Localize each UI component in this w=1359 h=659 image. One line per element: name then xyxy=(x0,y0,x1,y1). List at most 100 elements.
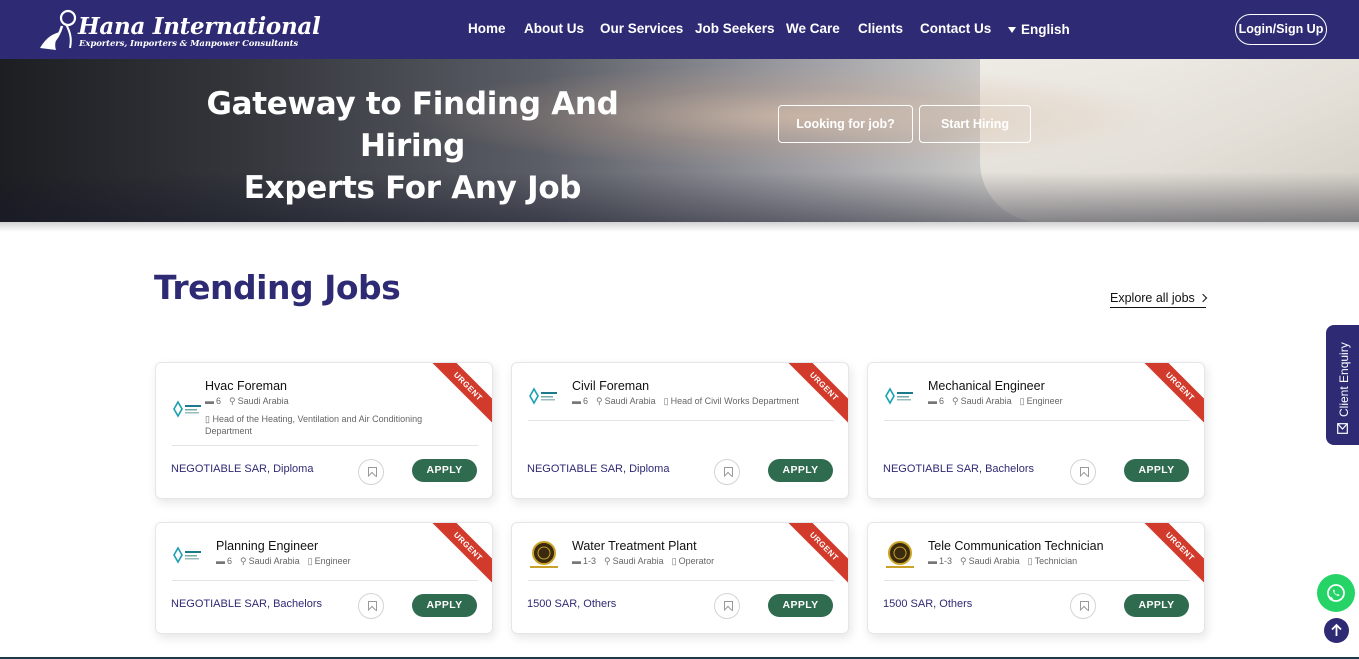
mail-icon xyxy=(1337,423,1348,434)
job-department: ▯ Head of the Heating, Ventilation and A… xyxy=(205,414,423,436)
logo-emblem-icon xyxy=(40,9,77,50)
apply-button[interactable]: APPLY xyxy=(412,594,477,617)
bookmark-icon[interactable] xyxy=(1070,459,1096,485)
caret-down-icon xyxy=(1008,27,1016,33)
login-signup-button[interactable]: Login/Sign Up xyxy=(1235,14,1327,45)
urgent-badge: URGENT xyxy=(426,523,492,588)
bookmark-icon[interactable] xyxy=(714,459,740,485)
card-divider xyxy=(528,580,834,581)
job-title[interactable]: Tele Communication Technician xyxy=(928,539,1104,553)
nav-about-us[interactable]: About Us xyxy=(524,21,584,36)
job-location: Saudi Arabia xyxy=(968,556,1020,566)
bookmark-icon[interactable] xyxy=(358,593,384,619)
job-openings: 1-3 xyxy=(939,556,953,566)
job-card: URGENT Planning Engineer ▬ 6 ⚲ Saudi Arabia… xyxy=(155,522,493,634)
location-pin-icon: ⚲ xyxy=(604,556,611,566)
card-divider xyxy=(528,420,834,421)
briefcase-icon: ▬ xyxy=(216,556,225,566)
client-enquiry-label: Client Enquiry xyxy=(1337,342,1351,417)
job-department: Engineer xyxy=(314,556,351,566)
explore-all-jobs-label: Explore all jobs xyxy=(1110,291,1195,305)
briefcase-icon: ▬ xyxy=(928,556,937,566)
company-logo-icon xyxy=(886,541,914,568)
job-meta: ▬ 6 ⚲ Saudi Arabia xyxy=(205,396,289,407)
start-hiring-button[interactable]: Start Hiring xyxy=(919,105,1031,143)
job-salary: NEGOTIABLE SAR, Diploma xyxy=(171,463,314,475)
job-card: URGENT Hvac Foreman ▬ 6 ⚲ Saudi Arabia ▯ He… xyxy=(155,362,493,499)
whatsapp-icon xyxy=(1327,584,1345,602)
job-location: Saudi Arabia xyxy=(604,396,656,406)
language-selector[interactable]: English xyxy=(1008,22,1070,37)
job-card: URGENT Water Treatment Plant ▬ 1-3 ⚲ Saudi … xyxy=(511,522,849,634)
nav-our-services[interactable]: Our Services xyxy=(600,21,683,36)
company-logo-icon xyxy=(173,400,201,418)
job-openings: 6 xyxy=(227,556,233,566)
trending-jobs-heading: Trending Jobs xyxy=(154,268,401,307)
nav-contact-us[interactable]: Contact Us xyxy=(920,21,991,36)
bookmark-icon[interactable] xyxy=(1070,593,1096,619)
hero-banner: Gateway to Finding And Hiring Experts Fo… xyxy=(0,59,1359,222)
company-logo-icon xyxy=(530,541,558,568)
location-pin-icon: ⚲ xyxy=(229,396,236,406)
card-divider xyxy=(172,580,478,581)
building-icon: ▯ xyxy=(205,414,210,424)
location-pin-icon: ⚲ xyxy=(596,396,603,406)
job-title[interactable]: Civil Foreman xyxy=(572,379,649,393)
job-department: Operator xyxy=(678,556,715,566)
bookmark-icon[interactable] xyxy=(714,593,740,619)
job-salary: 1500 SAR, Others xyxy=(527,598,617,610)
hero-title: Gateway to Finding And Hiring Experts Fo… xyxy=(150,83,675,209)
job-card: URGENT Mechanical Engineer ▬ 6 ⚲ Saudi Arab… xyxy=(867,362,1205,499)
job-department: Engineer xyxy=(1026,396,1063,406)
explore-all-jobs-link[interactable]: Explore all jobs xyxy=(1110,291,1208,308)
company-logo-icon xyxy=(173,546,201,564)
briefcase-icon: ▬ xyxy=(928,396,937,406)
job-title[interactable]: Water Treatment Plant xyxy=(572,539,697,553)
hero-title-line-2: Experts For Any Job xyxy=(243,170,582,206)
building-icon: ▯ xyxy=(307,556,313,566)
job-title[interactable]: Planning Engineer xyxy=(216,539,318,553)
job-meta: ▬ 6 ⚲ Saudi Arabia ▯ Engineer xyxy=(216,556,351,567)
client-enquiry-tab[interactable]: Client Enquiry xyxy=(1326,325,1359,445)
job-title[interactable]: Mechanical Engineer xyxy=(928,379,1045,393)
urgent-badge: URGENT xyxy=(782,363,848,428)
nav-job-seekers[interactable]: Job Seekers xyxy=(695,21,775,36)
apply-button[interactable]: APPLY xyxy=(768,459,833,482)
briefcase-icon: ▬ xyxy=(572,556,581,566)
chevron-right-icon xyxy=(1198,293,1208,303)
urgent-badge: URGENT xyxy=(1138,523,1204,588)
job-openings: 6 xyxy=(939,396,945,406)
job-salary: NEGOTIABLE SAR, Diploma xyxy=(527,463,670,475)
apply-button[interactable]: APPLY xyxy=(412,459,477,482)
job-salary: NEGOTIABLE SAR, Bachelors xyxy=(883,463,1034,475)
nav-clients[interactable]: Clients xyxy=(858,21,903,36)
job-meta: ▬ 1-3 ⚲ Saudi Arabia ▯ Technician xyxy=(928,556,1077,567)
arrow-up-icon xyxy=(1331,623,1342,636)
job-salary: 1500 SAR, Others xyxy=(883,598,973,610)
bookmark-icon[interactable] xyxy=(358,459,384,485)
scroll-to-top-button[interactable] xyxy=(1324,618,1349,643)
urgent-badge: URGENT xyxy=(782,523,848,588)
job-location: Saudi Arabia xyxy=(237,396,289,406)
job-title[interactable]: Hvac Foreman xyxy=(205,379,287,393)
brand-name: Hana International xyxy=(78,13,321,40)
job-meta: ▬ 1-3 ⚲ Saudi Arabia ▯ Operator xyxy=(572,556,714,567)
job-location: Saudi Arabia xyxy=(960,396,1012,406)
hero-shadow xyxy=(0,222,1359,232)
job-location: Saudi Arabia xyxy=(612,556,664,566)
nav-home[interactable]: Home xyxy=(468,21,506,36)
looking-for-job-button[interactable]: Looking for job? xyxy=(778,105,913,143)
location-pin-icon: ⚲ xyxy=(240,556,247,566)
job-salary: NEGOTIABLE SAR, Bachelors xyxy=(171,598,322,610)
location-pin-icon: ⚲ xyxy=(952,396,959,406)
brand-logo[interactable]: Hana International Exporters, Importers … xyxy=(36,8,321,52)
apply-button[interactable]: APPLY xyxy=(768,594,833,617)
job-location: Saudi Arabia xyxy=(248,556,300,566)
job-card: URGENT Tele Communication Technician ▬ 1-… xyxy=(867,522,1205,634)
whatsapp-chat-button[interactable] xyxy=(1317,574,1355,612)
location-pin-icon: ⚲ xyxy=(960,556,967,566)
apply-button[interactable]: APPLY xyxy=(1124,594,1189,617)
job-openings: 6 xyxy=(216,396,222,406)
nav-we-care[interactable]: We Care xyxy=(786,21,840,36)
apply-button[interactable]: APPLY xyxy=(1124,459,1189,482)
